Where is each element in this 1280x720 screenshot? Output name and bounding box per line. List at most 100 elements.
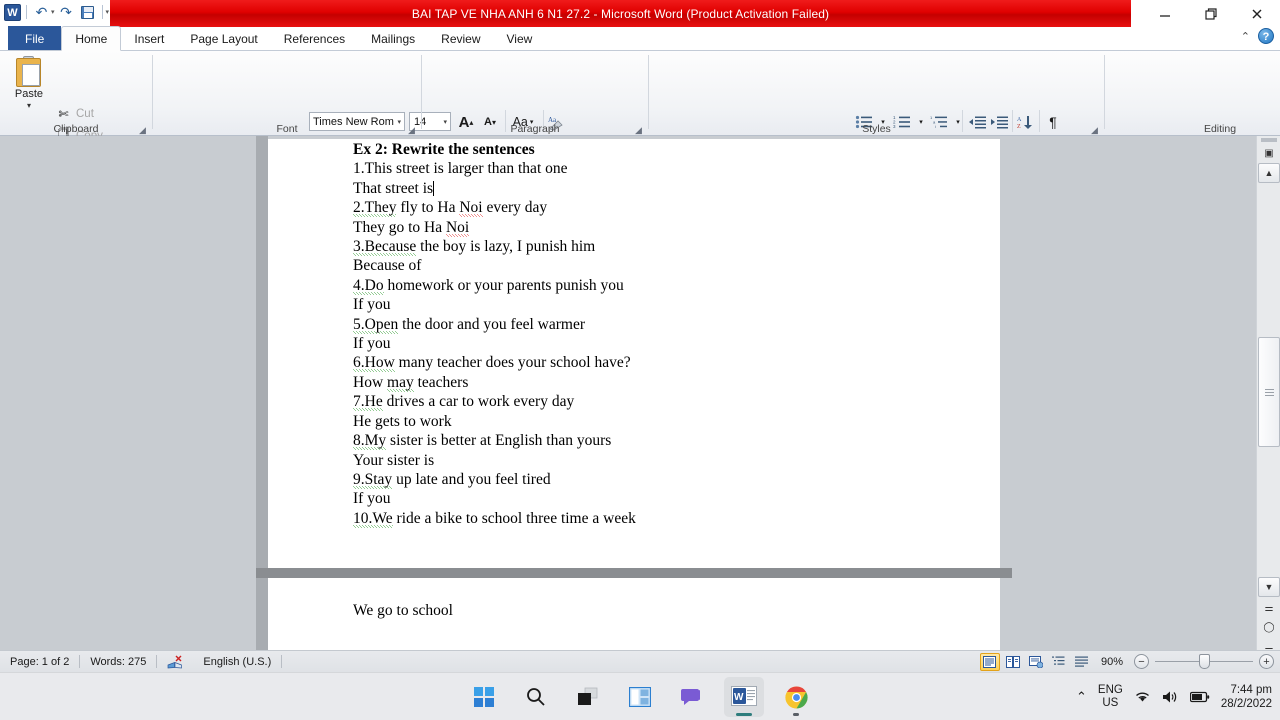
paste-dropdown-icon[interactable]: ▾ [27,101,31,110]
doc-line-6: Because of [353,257,422,275]
view-print-layout-icon[interactable] [979,652,1000,671]
wifi-icon[interactable] [1134,690,1151,704]
status-bar: Page: 1 of 2 Words: 275 English (U.S.) 9… [0,650,1280,672]
page2-left-shadow [256,578,268,650]
zoom-track[interactable] [1155,654,1253,669]
view-full-screen-reading-icon[interactable] [1003,653,1023,671]
document-text-page-1[interactable]: Ex 2: Rewrite the sentences 1.This stree… [353,140,993,528]
doc-line-4: They go to Ha Noi [353,218,470,237]
cut-label: Cut [76,107,94,120]
help-icon[interactable]: ? [1258,28,1274,44]
canvas-left [0,136,256,650]
volume-icon[interactable] [1162,690,1179,704]
tab-review[interactable]: Review [428,26,493,51]
doc-line-0: Ex 2: Rewrite the sentences [353,141,535,158]
paste-button[interactable]: Paste ▾ [8,56,50,110]
view-outline-icon[interactable] [1049,653,1069,671]
tab-mailings[interactable]: Mailings [358,26,428,51]
clipboard-dialog-launcher[interactable]: ◢ [139,126,148,135]
select-browse-object-icon[interactable]: ▣ [1260,144,1278,162]
tray-chevron-icon[interactable]: ⌃ [1076,689,1087,705]
tab-file[interactable]: File [8,26,62,51]
paragraph-dialog-launcher[interactable]: ◢ [635,126,644,135]
undo-dropdown-icon[interactable]: ▾ [51,8,55,16]
paste-icon [14,56,44,88]
zoom-out-button[interactable]: − [1134,654,1149,669]
clock-time: 7:44 pm [1230,684,1272,696]
tab-page-layout[interactable]: Page Layout [177,26,270,51]
split-window-handle[interactable] [1261,138,1277,142]
doc-line-18: If you [353,490,391,508]
system-tray: ⌃ ENG US 7:44 pm 28/2/2022 [1076,673,1272,720]
paragraph-group-label: Paragraph [510,123,560,135]
clock[interactable]: 7:44 pm 28/2/2022 [1221,683,1272,711]
search-icon[interactable] [516,677,556,717]
font-dialog-launcher[interactable]: ◢ [408,126,417,135]
document-text-page-2[interactable]: We go to school [353,602,853,620]
collapse-ribbon-icon[interactable]: ⌃ [1241,30,1250,43]
chat-icon[interactable] [672,677,712,717]
save-icon[interactable] [78,3,97,22]
doc-line-15: 8.My sister is better at English than yo… [353,432,612,451]
doc-line-3: 2.They fly to Ha Noi every day [353,199,548,218]
styles-dialog-launcher[interactable]: ◢ [1091,126,1100,135]
language-indicator[interactable]: ENG US [1098,684,1123,710]
font-group-label: Font [276,123,298,135]
tab-references[interactable]: References [271,26,358,51]
window-title: BAI TAP VE NHA ANH 6 N1 27.2 - Microsoft… [411,6,830,21]
status-right: 90% − + [979,652,1274,671]
doc-line-17: 9.Stay up late and you feel tired [353,470,551,489]
doc-line-10: If you [353,335,391,353]
clipboard-group-label: Clipboard [53,123,99,135]
scroll-down-button[interactable]: ▼ [1258,577,1280,597]
view-draft-icon[interactable] [1072,653,1092,671]
zoom-thumb[interactable] [1199,654,1210,669]
taskbar-word-icon[interactable]: W [724,677,764,717]
doc-line-1: 1.This street is larger than that one [353,160,568,178]
doc-line-19: 10.We ride a bike to school three time a… [353,509,636,528]
close-button[interactable] [1234,0,1280,27]
status-words[interactable]: Words: 275 [80,651,156,673]
quick-access-toolbar: W ↶ ▾ ↷ ▾ [0,0,109,24]
widgets-icon[interactable] [620,677,660,717]
status-language[interactable]: English (U.S.) [193,651,281,673]
zoom-in-button[interactable]: + [1259,654,1274,669]
ribbon-tabs: File Home Insert Page Layout References … [0,24,1280,51]
page-break-gap [256,568,1012,578]
customize-qat-icon[interactable]: ▾ [106,8,110,16]
doc-line-5: 3.Because the boy is lazy, I punish him [353,238,596,257]
zoom-slider[interactable]: − + [1134,654,1274,669]
clock-date: 28/2/2022 [1220,698,1272,710]
tab-home[interactable]: Home [61,26,122,51]
browse-object-icon[interactable]: ◯ [1260,618,1278,636]
start-button[interactable] [464,677,504,717]
tab-insert[interactable]: Insert [121,26,177,51]
battery-icon[interactable] [1189,691,1210,703]
status-sep-3 [281,655,283,668]
scrollbar-thumb[interactable] [1258,337,1280,447]
styles-group-label: Styles [862,123,891,135]
view-web-layout-icon[interactable] [1026,653,1046,671]
group-clipboard: Paste ▾ ✄ Cut 🗍 Copy 🖌 Format Painter Cl… [0,51,152,174]
restore-button[interactable] [1188,0,1234,27]
group-paragraph: ▾ 1 2 3 ▾ 1 a i ▾ A Z ¶ Paragraph ◢ [422,51,1062,160]
minimize-button[interactable] [1142,0,1188,27]
doc-line-11: 6.How many teacher does your school have… [353,354,631,373]
proofing-errors-icon[interactable] [157,651,193,673]
scroll-up-button[interactable]: ▲ [1258,163,1280,183]
tab-view[interactable]: View [494,26,546,51]
redo-icon[interactable]: ↷ [57,3,76,22]
language-line-2: US [1102,697,1119,709]
zoom-level[interactable]: 90% [1101,656,1123,668]
status-page[interactable]: Page: 1 of 2 [0,651,79,673]
previous-page-icon[interactable]: ⚌ [1260,599,1278,617]
vertical-scrollbar[interactable]: ▣ ▲ ▼ ⚌ ◯ ⚊ [1256,136,1280,652]
window-controls [1142,0,1280,27]
undo-icon[interactable]: ↶ [32,3,51,22]
task-view-icon[interactable] [568,677,608,717]
cut-button[interactable]: ✄ Cut [56,106,94,121]
scrollbar-grip [1264,388,1274,396]
qat-divider [26,5,27,19]
chrome-icon[interactable] [776,677,816,717]
doc-line-8: If you [353,296,391,314]
